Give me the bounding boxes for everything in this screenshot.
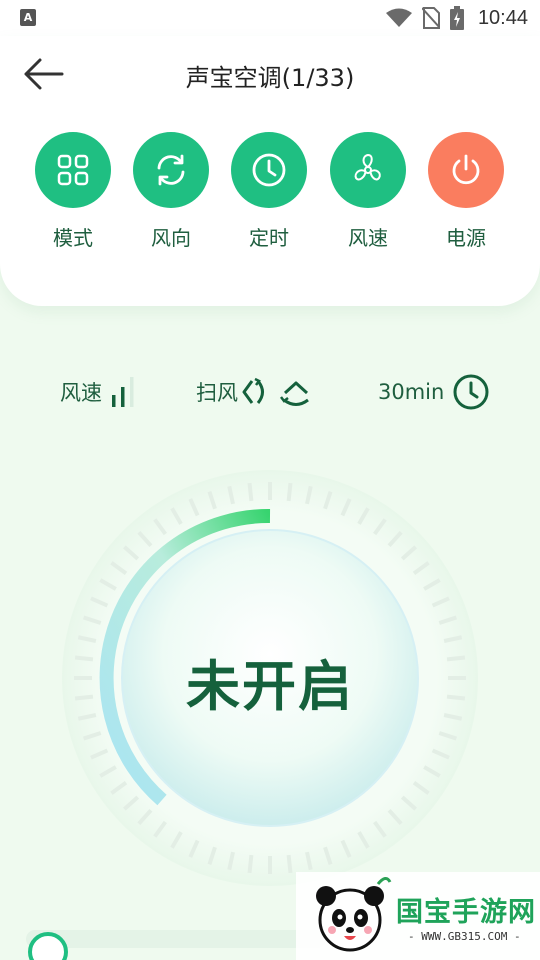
power-icon — [452, 154, 480, 185]
swing-status: 扫风 — [196, 372, 314, 412]
grid-icon — [57, 154, 89, 186]
fan-speed-status-label: 风速 — [60, 381, 102, 405]
clock-icon — [252, 153, 286, 187]
dial-tick — [286, 854, 293, 874]
page-title: 声宝空调(1/33) — [185, 64, 355, 92]
signal-bars-icon — [112, 377, 134, 407]
swing-status-label: 扫风 — [196, 381, 238, 405]
fan-speed-status: 风速 — [60, 372, 142, 412]
swing-vertical-icon — [280, 381, 309, 406]
slider-track[interactable] — [26, 930, 326, 948]
timer-label: 定时 — [249, 226, 289, 250]
wind-direction-button-circle[interactable] — [133, 132, 209, 208]
wifi-icon — [385, 8, 412, 27]
dial-tick — [247, 854, 254, 874]
panda-logo-icon — [316, 877, 392, 952]
timer-status-value: 30min — [378, 380, 445, 404]
dial-state-text: 未开启 — [186, 655, 354, 718]
mode-button-circle[interactable] — [35, 132, 111, 208]
notification-badge-icon: A — [20, 9, 36, 26]
power-button[interactable]: 电源 — [426, 132, 506, 251]
no-sim-icon — [421, 7, 440, 29]
power-button-circle[interactable] — [428, 132, 504, 208]
swing-horizontal-icon — [242, 377, 264, 404]
clock-time: 10:44 — [477, 6, 528, 29]
battery-charging-icon — [449, 6, 464, 30]
timer-button[interactable]: 定时 — [229, 132, 309, 251]
fan-speed-label: 风速 — [348, 226, 388, 250]
watermark: 国宝手游网 - WWW.GB315.COM - — [296, 872, 540, 960]
timer-status: 30min — [378, 372, 490, 412]
wind-direction-button[interactable]: 风向 — [131, 132, 211, 251]
dial-tick — [247, 482, 254, 502]
mode-button[interactable]: 模式 — [33, 132, 113, 251]
timer-button-circle[interactable] — [231, 132, 307, 208]
watermark-brand: 国宝手游网 — [396, 897, 536, 928]
dial-tick — [286, 482, 293, 502]
wind-direction-label: 风向 — [151, 226, 191, 250]
mode-label: 模式 — [53, 226, 93, 250]
control-panel-card: 声宝空调(1/33) 模式 风向 定时 风速 电源 — [0, 36, 540, 306]
fan-icon — [354, 153, 381, 181]
watermark-url: - WWW.GB315.COM - — [408, 930, 521, 943]
fan-speed-button-circle[interactable] — [330, 132, 406, 208]
refresh-icon — [157, 154, 185, 186]
fan-speed-button[interactable]: 风速 — [328, 132, 408, 251]
power-label: 电源 — [446, 226, 486, 250]
status-bar: A 10:44 — [0, 0, 540, 36]
clock-outline-icon — [453, 374, 489, 410]
